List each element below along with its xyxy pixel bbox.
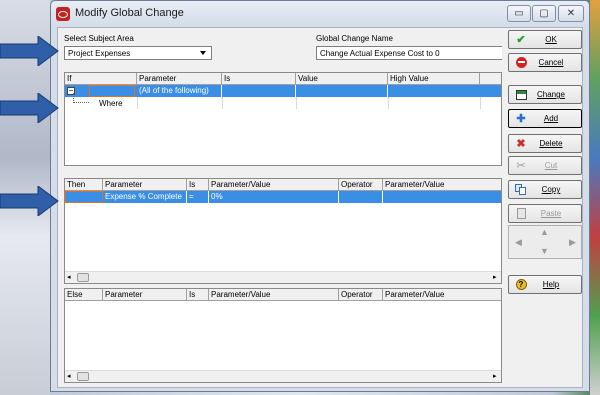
grid-line	[388, 97, 389, 109]
then-row-operator[interactable]	[339, 191, 383, 203]
then-row-expense-complete[interactable]: Expense % Complete = 0%	[65, 191, 501, 203]
then-grid: Then Parameter Is Parameter/Value Operat…	[64, 178, 502, 284]
move-right-icon[interactable]: ▶	[569, 237, 576, 248]
then-row-cell-focused[interactable]	[65, 191, 103, 203]
background-desktop-right	[590, 0, 600, 395]
help-icon: ?	[513, 278, 529, 292]
grid-line	[222, 97, 223, 109]
if-col-parameter: Parameter	[137, 73, 222, 84]
if-row-where[interactable]: Where	[65, 93, 501, 109]
then-row-value[interactable]: 0%	[209, 191, 339, 203]
if-grid-header: If Parameter Is Value High Value	[65, 73, 501, 85]
else-col-else: Else	[65, 289, 103, 300]
if-row-is[interactable]	[222, 85, 296, 97]
then-col-parameter-value: Parameter/Value	[209, 179, 339, 190]
global-change-name-input[interactable]: Change Actual Expense Cost to 0	[316, 46, 502, 60]
then-row-is[interactable]: =	[187, 191, 209, 203]
grid-line	[480, 97, 481, 109]
paste-icon	[513, 207, 529, 221]
move-left-icon[interactable]: ◀	[515, 237, 522, 248]
grid-line	[296, 97, 297, 109]
cancel-button[interactable]: Cancel	[508, 53, 582, 72]
if-col-is: Is	[222, 73, 296, 84]
then-col-operator: Operator	[339, 179, 383, 190]
delete-button[interactable]: ✖ Delete	[508, 134, 582, 153]
if-row-value[interactable]	[296, 85, 388, 97]
help-button[interactable]: ? Help	[508, 275, 582, 294]
else-col-parameter-value-2: Parameter/Value	[385, 290, 445, 299]
scrollbar-thumb[interactable]	[77, 372, 89, 381]
no-entry-icon	[513, 56, 529, 70]
callout-arrow-1	[0, 36, 59, 66]
maximize-button[interactable]: ▢	[532, 5, 556, 22]
change-button[interactable]: Change	[508, 85, 582, 104]
checkmark-icon: ✔	[516, 34, 526, 46]
scroll-right-icon[interactable]: ▸	[493, 273, 497, 281]
move-down-icon[interactable]: ▼	[540, 246, 549, 256]
paste-button[interactable]: Paste	[508, 204, 582, 223]
minimize-button[interactable]: ▭	[507, 5, 531, 22]
global-change-name-label: Global Change Name	[316, 34, 393, 43]
if-col-high-value: High Value	[388, 73, 480, 84]
change-icon	[513, 88, 529, 102]
else-col-parameter: Parameter	[103, 289, 187, 300]
then-grid-header: Then Parameter Is Parameter/Value Operat…	[65, 179, 501, 191]
title-bar: Modify Global Change ▭ ▢ ✕	[51, 1, 589, 27]
window-title: Modify Global Change	[75, 7, 184, 19]
if-col-value: Value	[296, 73, 388, 84]
where-label: Where	[99, 99, 123, 108]
callout-arrow-3	[0, 186, 59, 216]
else-grid-header: Else Parameter Is Parameter/Value Operat…	[65, 289, 501, 301]
tree-line	[73, 102, 89, 103]
then-row-parameter[interactable]: Expense % Complete	[103, 191, 187, 203]
callout-arrow-2	[0, 93, 59, 123]
copy-icon	[513, 183, 529, 197]
copy-button[interactable]: Copy	[508, 180, 582, 199]
grid-line	[137, 97, 138, 109]
else-col-parameter-value: Parameter/Value	[209, 289, 339, 300]
subject-area-label: Select Subject Area	[64, 34, 134, 43]
plus-icon: ✚	[516, 113, 526, 125]
else-col-operator: Operator	[339, 289, 383, 300]
then-col-then: Then	[65, 179, 103, 190]
if-grid: If Parameter Is Value High Value − (All …	[64, 72, 502, 166]
if-row-parameter[interactable]: (All of the following)	[137, 85, 222, 97]
then-col-is: Is	[187, 179, 209, 190]
move-pad: ◀ ▲ ▼ ▶	[508, 225, 582, 259]
scrollbar-thumb[interactable]	[77, 273, 89, 282]
move-up-icon[interactable]: ▲	[540, 227, 549, 237]
oracle-app-icon	[56, 7, 70, 21]
else-grid: Else Parameter Is Parameter/Value Operat…	[64, 288, 502, 383]
chevron-down-icon	[200, 51, 206, 55]
ok-button[interactable]: ✔ OK	[508, 30, 582, 49]
scroll-left-icon[interactable]: ◂	[67, 372, 71, 380]
else-col-is: Is	[187, 289, 209, 300]
if-row-high-value[interactable]	[388, 85, 480, 97]
cut-button[interactable]: ✂ Cut	[508, 156, 582, 175]
add-button[interactable]: ✚ Add	[508, 109, 582, 128]
dialog-body: Select Subject Area Project Expenses Glo…	[57, 27, 583, 388]
then-horizontal-scrollbar[interactable]: ◂ ▸	[65, 271, 501, 283]
modify-global-change-window: Modify Global Change ▭ ▢ ✕ Select Subjec…	[50, 0, 590, 392]
if-row-cell-focused[interactable]	[89, 85, 135, 97]
x-icon: ✖	[516, 138, 526, 150]
then-col-parameter-value-2: Parameter/Value	[385, 180, 445, 189]
scroll-left-icon[interactable]: ◂	[67, 273, 71, 281]
subject-area-value: Project Expenses	[68, 49, 131, 58]
if-col-if: If	[65, 73, 137, 84]
else-horizontal-scrollbar[interactable]: ◂ ▸	[65, 370, 501, 382]
if-row-all-following[interactable]: − (All of the following)	[65, 85, 501, 97]
close-button[interactable]: ✕	[558, 5, 584, 22]
then-col-parameter: Parameter	[103, 179, 187, 190]
scissors-icon: ✂	[516, 160, 526, 172]
scroll-right-icon[interactable]: ▸	[493, 372, 497, 380]
then-row-value-2[interactable]	[383, 191, 501, 203]
subject-area-select[interactable]: Project Expenses	[64, 46, 212, 60]
